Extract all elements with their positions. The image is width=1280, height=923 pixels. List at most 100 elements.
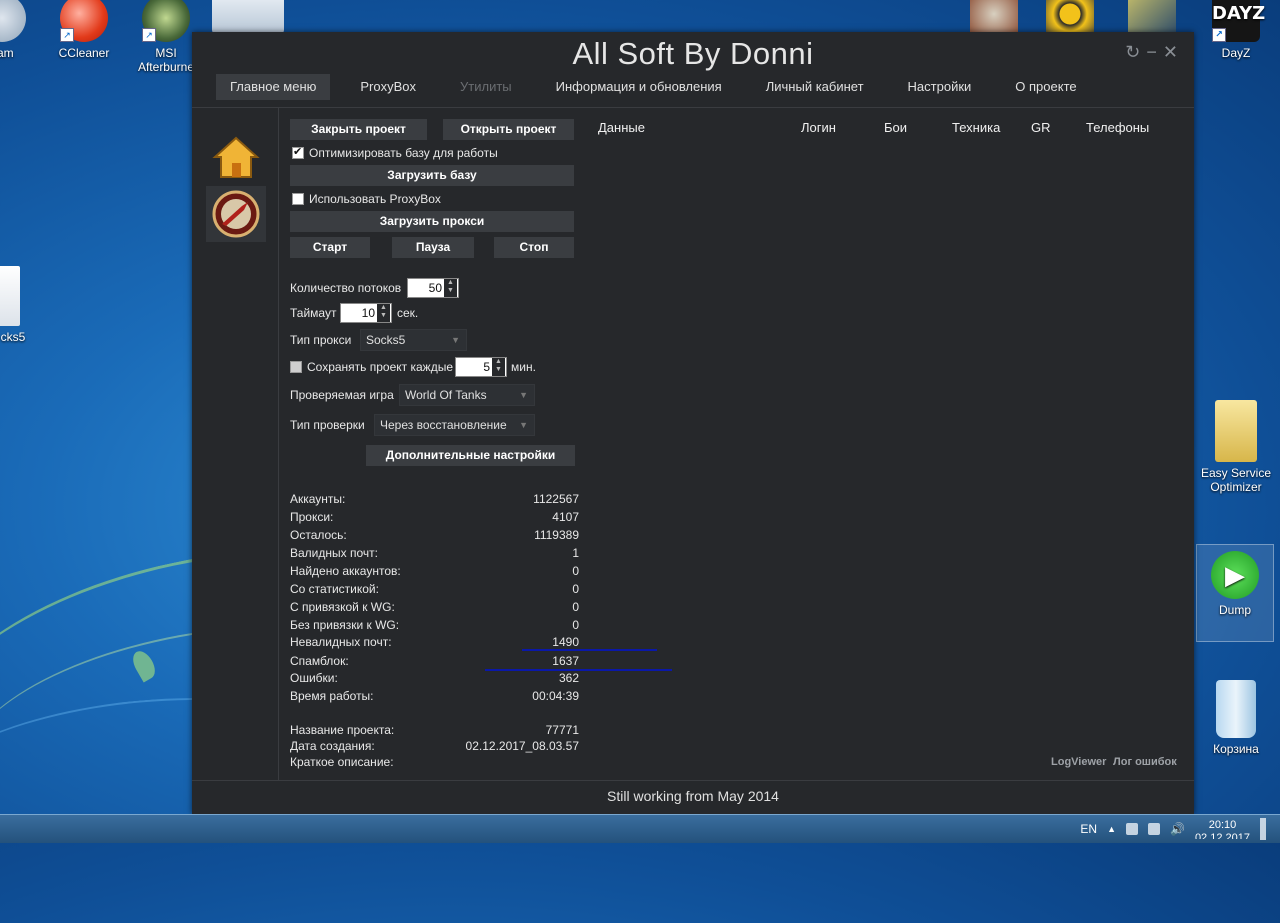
chevron-down-icon: ▼ <box>451 335 460 345</box>
column-header-login[interactable]: Логин <box>801 120 836 135</box>
load-db-button[interactable]: Загрузить базу <box>290 165 574 186</box>
timeout-value: 10 <box>361 306 375 320</box>
sidebar-wot[interactable] <box>206 186 266 242</box>
chevron-down-icon: ▼ <box>519 420 528 430</box>
divider <box>192 107 1194 108</box>
game-label: Проверяемая игра <box>290 388 394 402</box>
column-header-data[interactable]: Данные <box>598 120 645 135</box>
stat-value: 0 <box>572 564 579 578</box>
ccleaner-icon: ↗ <box>60 0 108 42</box>
shortcut-arrow-icon: ↗ <box>1212 28 1226 42</box>
project-value: 77771 <box>545 723 579 737</box>
timeout-unit: сек. <box>397 306 419 320</box>
desktop-icon-easy-service-optimizer[interactable]: Easy Service Optimizer <box>1196 400 1276 494</box>
optimize-db-checkbox[interactable] <box>292 145 304 159</box>
stepper-arrows-icon[interactable]: ▲ ▼ <box>492 358 505 376</box>
column-header-gr[interactable]: GR <box>1031 120 1051 135</box>
timeout-stepper[interactable]: 10 ▲ ▼ <box>340 303 392 323</box>
desktop-icon-label: CCleaner <box>58 46 110 60</box>
use-proxybox-label: Использовать ProxyBox <box>309 192 441 206</box>
stat-label: Валидных почт: <box>290 546 378 560</box>
desktop-icon-ccleaner[interactable]: ↗ CCleaner <box>44 0 124 60</box>
desktop-icon-label: Easy Service Optimizer <box>1200 466 1272 494</box>
column-header-vehicles[interactable]: Техника <box>952 120 1000 135</box>
save-every-unit: мин. <box>511 360 536 374</box>
proxy-type-label: Тип прокси <box>290 333 352 347</box>
save-every-checkbox[interactable] <box>290 361 302 373</box>
sidebar-home[interactable] <box>206 130 266 186</box>
stat-label: Спамблок: <box>290 654 349 668</box>
refresh-icon[interactable]: ↻ <box>1125 42 1140 63</box>
network-icon[interactable] <box>1147 823 1160 835</box>
app-title: All Soft By Donni <box>572 36 814 71</box>
column-header-phones[interactable]: Телефоны <box>1086 120 1149 135</box>
proxy-type-select[interactable]: Socks5 ▼ <box>360 329 467 351</box>
logviewer-link[interactable]: LogViewer <box>1051 756 1106 768</box>
start-button[interactable]: Старт <box>290 237 370 258</box>
desktop-icon-label: DayZ <box>1221 46 1251 60</box>
action-center-flag-icon[interactable] <box>1125 823 1138 835</box>
annotation-underline <box>485 669 672 671</box>
main-nav: Главное меню ProxyBox Утилиты Информация… <box>216 74 1107 100</box>
minimize-button[interactable]: − <box>1146 42 1157 63</box>
desktop-icon-steam[interactable]: eam <box>0 0 42 60</box>
tab-settings[interactable]: Настройки <box>894 74 986 100</box>
tab-info-updates[interactable]: Информация и обновления <box>542 74 736 100</box>
proxy-type-value: Socks5 <box>366 333 406 347</box>
tab-personal-account[interactable]: Личный кабинет <box>752 74 878 100</box>
use-proxybox-checkbox[interactable] <box>292 193 304 205</box>
project-label: Дата создания: <box>290 739 375 753</box>
show-hidden-icons-icon[interactable]: ▲ <box>1107 824 1116 834</box>
desktop-icon-recycle-bin[interactable]: Корзина <box>1196 680 1276 756</box>
extra-settings-button[interactable]: Дополнительные настройки <box>366 445 575 466</box>
stat-value: 362 <box>558 671 579 685</box>
desktop-icon-dayz[interactable]: DAYZ ↗ DayZ <box>1196 0 1276 60</box>
recycle-bin-icon <box>1216 680 1256 738</box>
save-every-label: Сохранять проект каждые <box>307 360 454 374</box>
tab-about[interactable]: О проекте <box>1001 74 1090 100</box>
close-project-button[interactable]: Закрыть проект <box>290 119 427 140</box>
stat-value: 1637 <box>552 654 579 668</box>
app-icon <box>212 0 284 34</box>
footer-text: Still working from May 2014 <box>607 788 779 804</box>
column-header-battles[interactable]: Бои <box>884 120 907 135</box>
stat-value: 00:04:39 <box>532 689 579 703</box>
window-controls: ↻ − ✕ <box>1125 42 1178 63</box>
threads-value: 50 <box>428 281 442 295</box>
show-desktop-button[interactable] <box>1260 818 1266 840</box>
language-indicator[interactable]: EN <box>1080 822 1097 836</box>
stop-button[interactable]: Стоп <box>494 237 574 258</box>
timeout-label: Таймаут <box>290 306 337 320</box>
open-project-button[interactable]: Открыть проект <box>443 119 574 140</box>
stepper-arrows-icon[interactable]: ▲ ▼ <box>377 304 390 322</box>
msi-afterburner-icon: ↗ <box>142 0 190 42</box>
check-type-select[interactable]: Через восстановление ▼ <box>374 414 535 436</box>
app-window: All Soft By Donni ↻ − ✕ Главное меню Pro… <box>192 32 1194 814</box>
desktop-icon-socks5[interactable]: cks5 <box>0 266 38 344</box>
desktop-icon-dump[interactable]: ▶ Dump <box>1196 544 1274 642</box>
clock[interactable]: 20:10 02.12.2017 <box>1195 819 1250 839</box>
home-icon <box>212 136 260 178</box>
game-select[interactable]: World Of Tanks ▼ <box>399 384 535 406</box>
tab-main-menu[interactable]: Главное меню <box>216 74 331 100</box>
game-value: World Of Tanks <box>405 388 487 402</box>
stat-value: 0 <box>572 600 579 614</box>
stat-label: Аккаунты: <box>290 492 346 506</box>
steam-icon <box>0 0 26 42</box>
stat-value: 1490 <box>552 635 579 649</box>
chevron-down-icon: ▼ <box>519 390 528 400</box>
desktop-icon-label: cks5 <box>0 330 26 344</box>
desktop-icon-label: Dump <box>1218 603 1251 617</box>
load-proxy-button[interactable]: Загрузить прокси <box>290 211 574 232</box>
pause-button[interactable]: Пауза <box>392 237 474 258</box>
volume-icon[interactable]: 🔊 <box>1170 822 1185 836</box>
stepper-arrows-icon[interactable]: ▲ ▼ <box>444 279 457 297</box>
close-button[interactable]: ✕ <box>1163 42 1178 63</box>
folder-icon <box>1215 400 1257 462</box>
tab-proxybox[interactable]: ProxyBox <box>346 74 430 100</box>
save-every-stepper[interactable]: 5 ▲ ▼ <box>455 357 507 377</box>
sidebar-divider <box>278 108 279 780</box>
divider <box>192 780 1194 781</box>
threads-stepper[interactable]: 50 ▲ ▼ <box>407 278 459 298</box>
error-log-link[interactable]: Лог ошибок <box>1113 756 1177 768</box>
